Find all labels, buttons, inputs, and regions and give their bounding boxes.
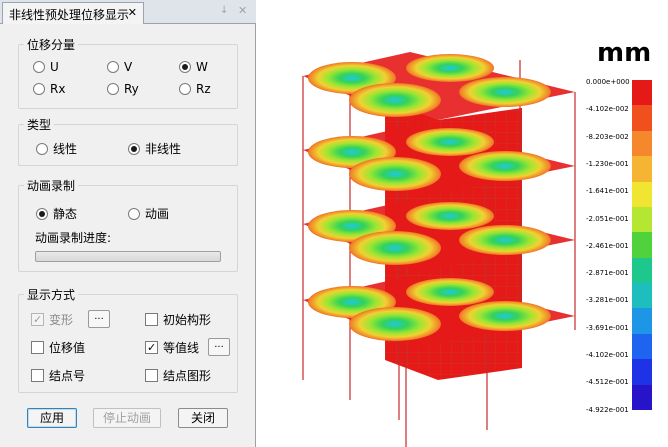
legend-label: 0.000e+000	[586, 78, 630, 86]
legend-swatch	[632, 308, 652, 335]
legend-swatch	[632, 283, 652, 309]
radio-v[interactable]: V	[107, 60, 132, 74]
radio-label: Rz	[196, 82, 211, 96]
legend-label: -3.691e-001	[586, 323, 629, 332]
tab-title: 非线性预处理位移显示	[9, 8, 130, 22]
stop-animation-button[interactable]: 停止动画	[93, 408, 161, 428]
radio-rx[interactable]: Rx	[33, 82, 65, 96]
radio-label: Ry	[124, 82, 139, 96]
apply-button[interactable]: 应用	[27, 408, 77, 428]
close-button[interactable]: 关闭	[178, 408, 228, 428]
radio-ry[interactable]: Ry	[107, 82, 139, 96]
checkbox-label: 结点号	[49, 369, 86, 383]
checkbox-box	[145, 313, 158, 326]
radio-label: 静态	[53, 207, 78, 221]
checkbox-label: 变形	[49, 313, 74, 327]
radio-circle	[107, 83, 119, 95]
legend-label: -2.461e-001	[586, 241, 629, 250]
legend-label: -4.102e-001	[586, 351, 629, 359]
displacement-panel: 非线性预处理位移显示 ✕ ↓ ✕ 位移分量 U V W Rx Ry Rz 类型 …	[0, 0, 256, 447]
legend-label: -4.102e-002	[586, 105, 629, 114]
checkbox-label: 结点图形	[163, 369, 212, 383]
radio-label: W	[196, 60, 208, 74]
contour-options-button[interactable]: ...	[208, 338, 230, 356]
legend-swatch	[632, 80, 652, 106]
type-group-title: 类型	[24, 116, 55, 133]
legend-label: -1.641e-001	[586, 187, 629, 196]
checkbox-displacement-value[interactable]: 位移值	[31, 339, 85, 356]
radio-label: V	[124, 60, 133, 74]
checkbox-label: 初始构形	[163, 313, 212, 327]
legend-swatch	[632, 384, 652, 411]
legend-swatch	[632, 333, 652, 360]
radio-circle	[107, 61, 119, 73]
legend-label: -2.871e-001	[586, 269, 629, 278]
radio-label: 非线性	[145, 142, 182, 156]
radio-label: Rx	[50, 82, 66, 96]
radio-w[interactable]: W	[179, 60, 208, 74]
legend-swatch	[632, 181, 652, 208]
legend-label: -4.512e-001	[586, 378, 629, 387]
animation-group-title: 动画录制	[24, 177, 79, 194]
checkbox-node-number[interactable]: 结点号	[31, 367, 85, 384]
component-group	[18, 44, 238, 109]
radio-circle	[33, 61, 45, 73]
deform-options-button[interactable]: ...	[88, 310, 110, 328]
radio-label: 动画	[145, 207, 170, 221]
recording-progress-bar	[35, 251, 221, 262]
floor-1	[303, 276, 575, 348]
checkbox-box	[145, 341, 158, 354]
radio-rz[interactable]: Rz	[179, 82, 211, 96]
checkbox-box	[31, 313, 44, 326]
component-group-title: 位移分量	[24, 36, 79, 53]
close-icon[interactable]: ✕	[128, 6, 137, 19]
legend-swatch	[632, 105, 652, 132]
pin-icon[interactable]: ↓	[220, 5, 228, 16]
checkbox-contour[interactable]: 等值线	[145, 339, 199, 356]
radio-circle	[179, 83, 191, 95]
checkbox-box	[31, 369, 44, 382]
tab-nonlinear-displacement[interactable]: 非线性预处理位移显示 ✕	[2, 2, 144, 24]
progress-label: 动画录制进度:	[35, 231, 112, 245]
display-group-title: 显示方式	[24, 286, 79, 303]
checkbox-deform[interactable]: 变形	[31, 311, 73, 328]
radio-circle	[36, 207, 48, 220]
legend-label: -3.281e-001	[586, 296, 629, 305]
legend-swatch	[632, 206, 652, 233]
legend-swatch	[632, 232, 652, 259]
radio-animation[interactable]: 动画	[128, 205, 169, 222]
radio-circle	[36, 142, 48, 155]
radio-static[interactable]: 静态	[36, 205, 77, 222]
checkbox-label: 等值线	[163, 341, 200, 355]
checkbox-box	[31, 341, 44, 354]
checkbox-node-shape[interactable]: 结点图形	[145, 367, 211, 384]
unit-label: mm	[597, 38, 652, 68]
legend-swatch	[632, 359, 652, 386]
radio-label: U	[50, 60, 59, 74]
floor-2	[303, 200, 575, 272]
checkbox-initial-shape[interactable]: 初始构形	[145, 311, 211, 328]
color-legend-bar	[632, 80, 652, 411]
radio-label: 线性	[53, 142, 78, 156]
floor-3	[303, 126, 575, 198]
legend-label: -1.230e-001	[586, 159, 629, 168]
radio-linear[interactable]: 线性	[36, 140, 77, 157]
legend-swatch	[632, 130, 652, 157]
legend-label: -8.203e-002	[586, 132, 629, 141]
radio-nonlinear[interactable]: 非线性	[128, 140, 181, 157]
radio-circle	[33, 83, 45, 95]
radio-circle	[128, 207, 140, 220]
radio-u[interactable]: U	[33, 60, 59, 74]
checkbox-box	[145, 369, 158, 382]
legend-swatch	[632, 156, 652, 183]
tab-bar: 非线性预处理位移显示 ✕ ↓ ✕	[0, 0, 256, 24]
radio-circle	[128, 142, 140, 155]
legend-label: -4.922e-001	[586, 405, 629, 414]
checkbox-label: 位移值	[49, 341, 86, 355]
panel-close-icon[interactable]: ✕	[238, 4, 247, 17]
radio-circle	[179, 61, 191, 73]
legend-swatch	[632, 257, 652, 284]
legend-label: -2.051e-001	[586, 214, 629, 223]
floor-4	[303, 52, 575, 124]
